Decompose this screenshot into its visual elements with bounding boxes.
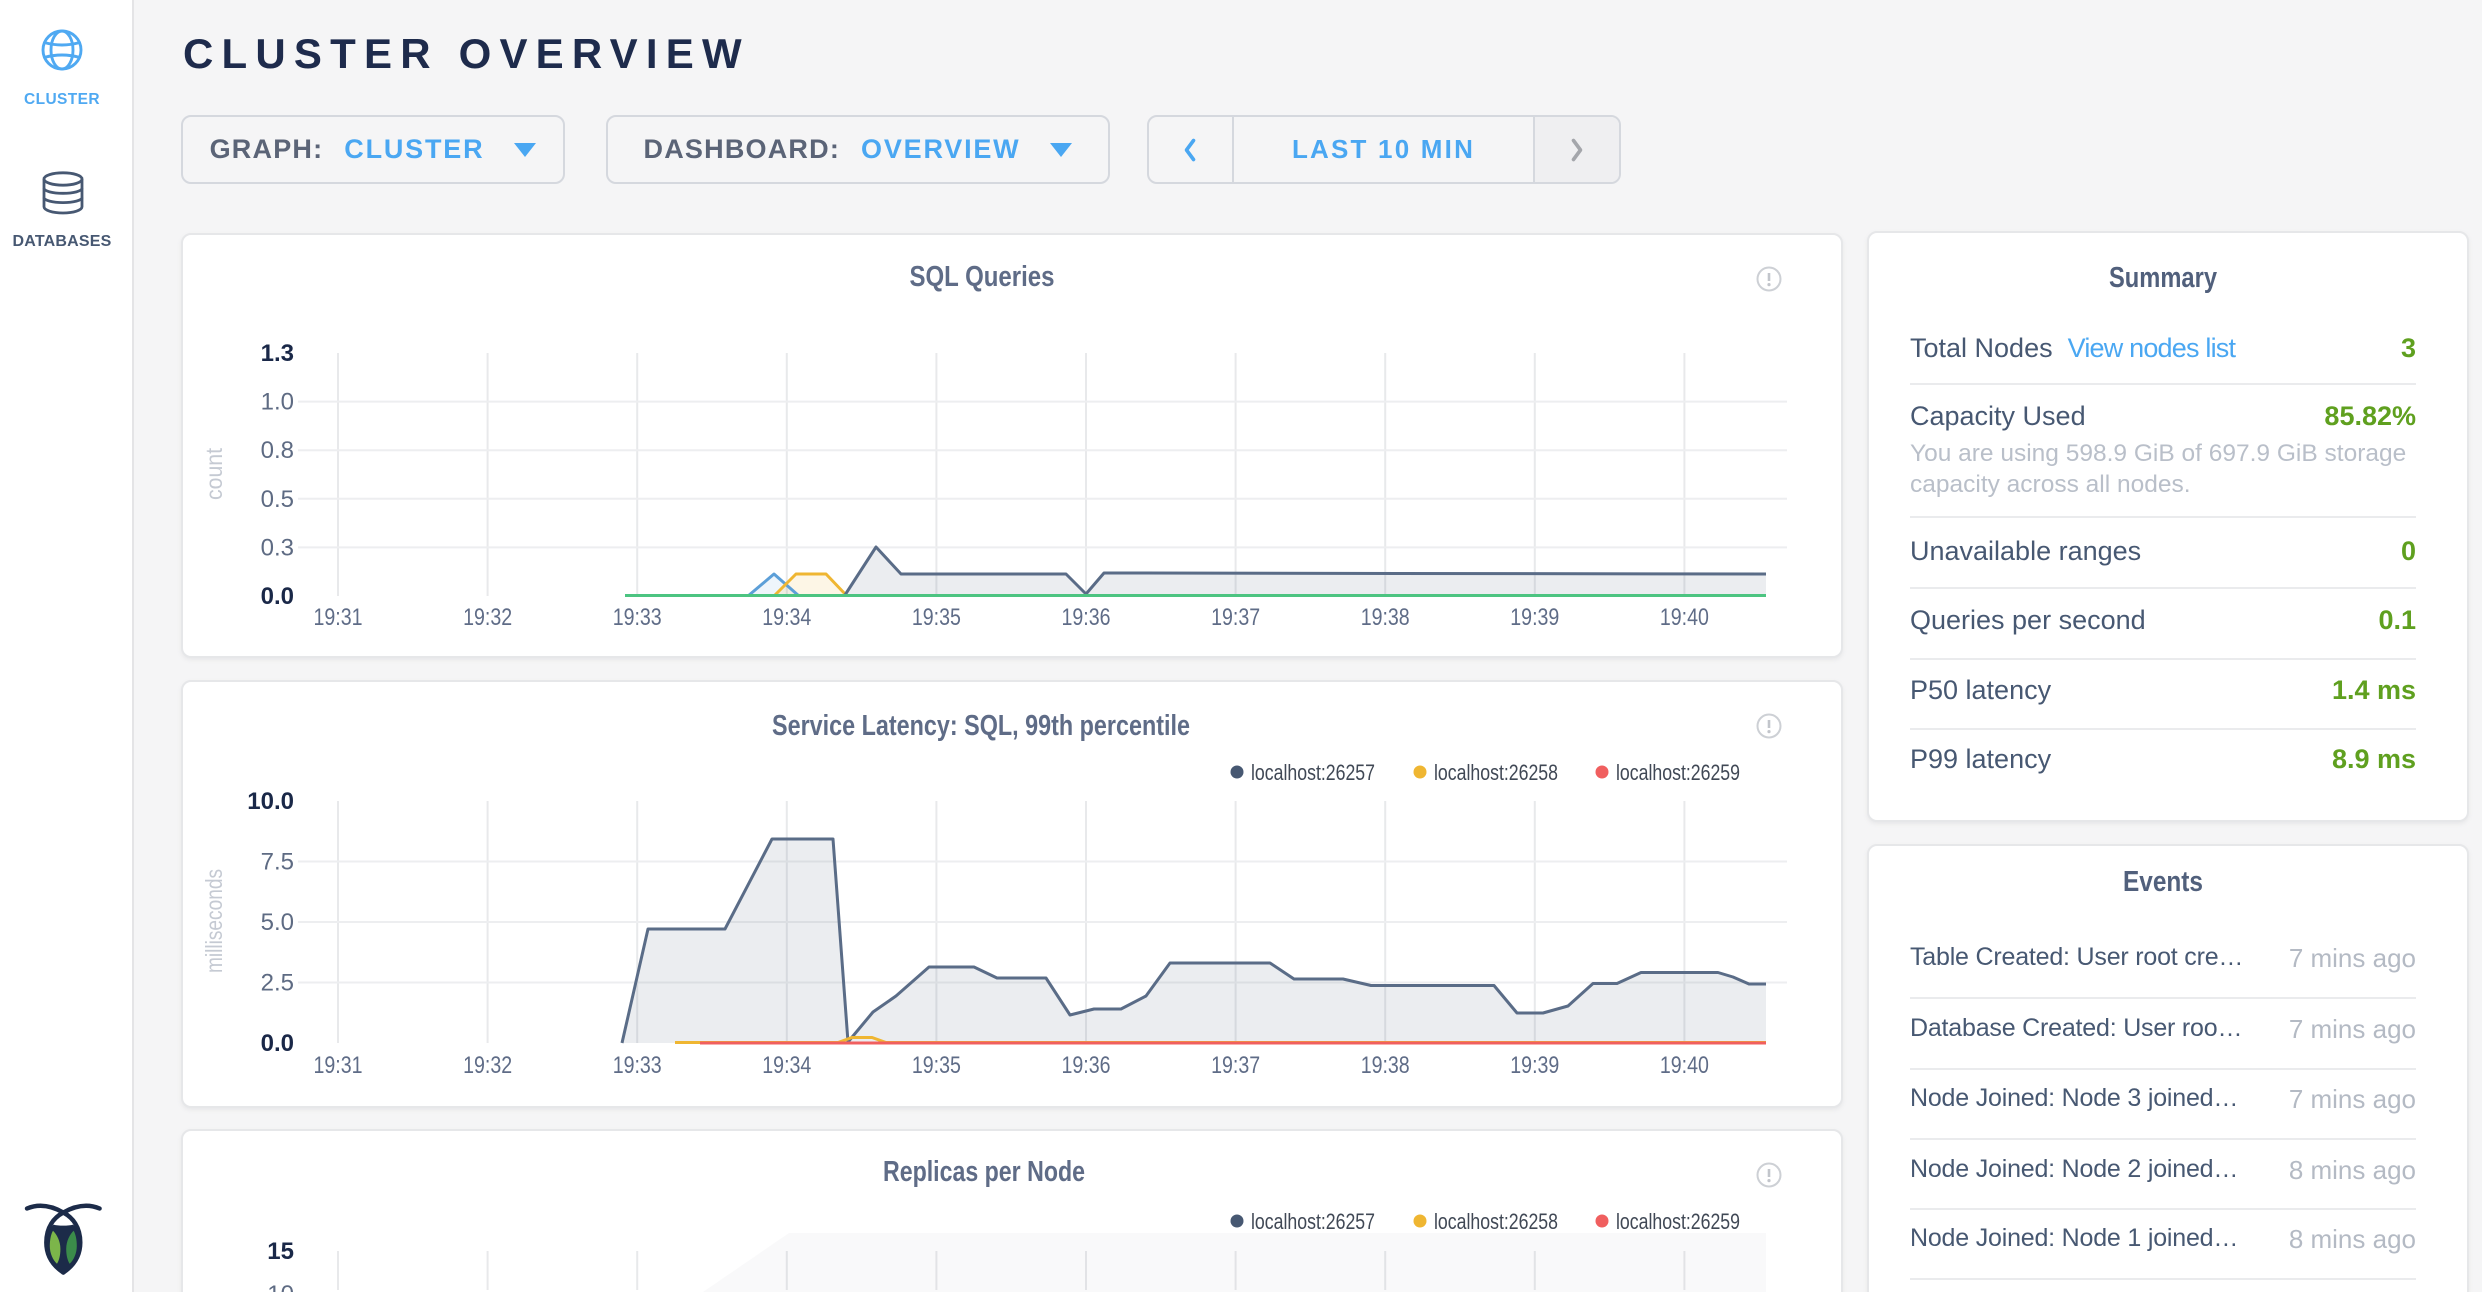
svg-text:19:38: 19:38 — [1361, 1052, 1410, 1079]
svg-text:0.0: 0.0 — [261, 583, 294, 610]
svg-text:Replicas per Node: Replicas per Node — [883, 1156, 1085, 1188]
svg-text:milliseconds: milliseconds — [201, 869, 227, 973]
svg-text:19:38: 19:38 — [1361, 604, 1410, 631]
svg-text:SQL Queries: SQL Queries — [910, 261, 1055, 293]
svg-text:19:36: 19:36 — [1062, 604, 1111, 631]
svg-text:19:37: 19:37 — [1211, 604, 1260, 631]
svg-text:Events: Events — [2123, 866, 2203, 898]
svg-text:localhost:26259: localhost:26259 — [1616, 1209, 1740, 1234]
svg-text:0.0: 0.0 — [261, 1030, 294, 1057]
svg-text:19:33: 19:33 — [613, 604, 662, 631]
svg-text:19:39: 19:39 — [1510, 1052, 1559, 1079]
svg-text:19:37: 19:37 — [1211, 1052, 1260, 1079]
svg-text:localhost:26257: localhost:26257 — [1251, 760, 1375, 785]
svg-text:count: count — [201, 447, 227, 500]
svg-text:localhost:26258: localhost:26258 — [1434, 760, 1558, 785]
svg-text:19:32: 19:32 — [463, 604, 512, 631]
svg-text:19:39: 19:39 — [1510, 604, 1559, 631]
svg-text:2.5: 2.5 — [261, 970, 294, 997]
svg-text:19:34: 19:34 — [762, 1052, 811, 1079]
svg-text:19:40: 19:40 — [1660, 1052, 1709, 1079]
svg-text:0.3: 0.3 — [261, 534, 294, 561]
svg-text:1.3: 1.3 — [261, 340, 294, 367]
svg-text:19:32: 19:32 — [463, 1052, 512, 1079]
svg-text:7.5: 7.5 — [261, 849, 294, 876]
svg-text:15: 15 — [267, 1238, 294, 1265]
svg-text:Summary: Summary — [2109, 262, 2217, 294]
svg-text:19:40: 19:40 — [1660, 604, 1709, 631]
svg-text:0.8: 0.8 — [261, 437, 294, 464]
svg-text:19:31: 19:31 — [314, 1052, 363, 1079]
svg-text:5.0: 5.0 — [261, 909, 294, 936]
svg-text:1.0: 1.0 — [261, 389, 294, 416]
svg-text:19:35: 19:35 — [912, 604, 961, 631]
svg-text:0.5: 0.5 — [261, 486, 294, 513]
svg-text:19:34: 19:34 — [762, 604, 811, 631]
svg-text:Service Latency: SQL, 99th per: Service Latency: SQL, 99th percentile — [772, 710, 1190, 742]
svg-text:10.0: 10.0 — [247, 788, 294, 815]
svg-text:localhost:26257: localhost:26257 — [1251, 1209, 1375, 1234]
svg-text:19:33: 19:33 — [613, 1052, 662, 1079]
svg-text:19:31: 19:31 — [314, 604, 363, 631]
svg-text:19:35: 19:35 — [912, 1052, 961, 1079]
svg-text:localhost:26258: localhost:26258 — [1434, 1209, 1558, 1234]
svg-text:19:36: 19:36 — [1062, 1052, 1111, 1079]
svg-text:10: 10 — [267, 1281, 294, 1292]
svg-text:localhost:26259: localhost:26259 — [1616, 760, 1740, 785]
